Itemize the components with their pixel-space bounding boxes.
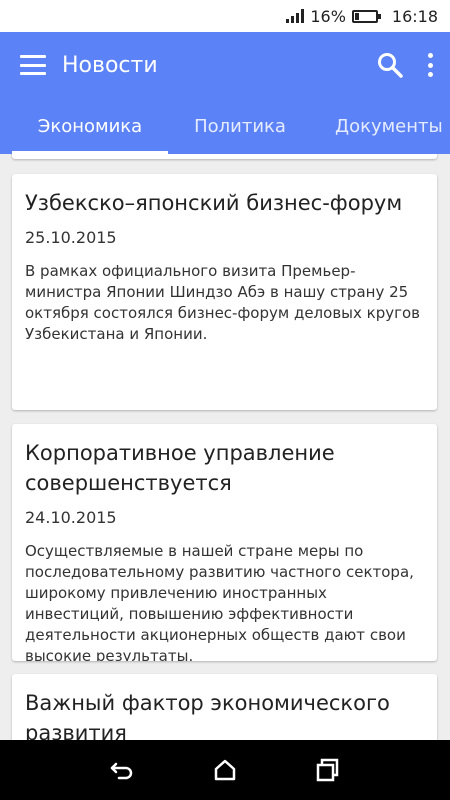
news-title: Важный фактор экономического развития: [25, 691, 390, 740]
news-card[interactable]: Корпоративное управление совершенствуетс…: [12, 424, 437, 661]
battery-percent: 16%: [310, 6, 346, 26]
home-icon[interactable]: [211, 756, 239, 784]
news-list[interactable]: Узбекско–японский бизнес-форум 25.10.201…: [0, 154, 450, 740]
app-bar: Новости Экономика Политика Документы: [0, 32, 450, 154]
system-nav-bar: [0, 740, 450, 800]
signal-icon: [286, 9, 305, 23]
tab-bar: Экономика Политика Документы: [0, 98, 450, 154]
battery-icon: [351, 9, 381, 23]
status-bar: 16% 16:18: [0, 0, 450, 32]
news-card[interactable]: Важный фактор экономического развития: [12, 674, 437, 740]
news-card[interactable]: Узбекско–японский бизнес-форум 25.10.201…: [12, 174, 437, 410]
tab-politics[interactable]: Политика: [176, 98, 304, 154]
news-card-partial[interactable]: [12, 154, 437, 159]
news-title: Узбекско–японский бизнес-форум: [25, 191, 403, 215]
more-vert-icon[interactable]: [426, 53, 434, 77]
news-date: 24.10.2015: [25, 508, 117, 527]
clock: 16:18: [391, 6, 438, 26]
page-title: Новости: [62, 52, 158, 78]
toolbar: Новости: [0, 32, 450, 98]
news-text: В рамках официального визита Премьер-мин…: [25, 262, 421, 343]
tab-documents[interactable]: Документы: [330, 98, 450, 154]
news-text: Осуществляемые в нашей стране меры по по…: [25, 542, 414, 661]
tab-economy[interactable]: Экономика: [12, 98, 168, 154]
news-title: Корпоративное управление совершенствуетс…: [25, 441, 335, 495]
news-date: 25.10.2015: [25, 228, 117, 247]
menu-icon[interactable]: [20, 55, 46, 75]
recents-icon[interactable]: [314, 756, 342, 784]
search-icon[interactable]: [376, 51, 404, 79]
back-icon[interactable]: [108, 756, 136, 784]
